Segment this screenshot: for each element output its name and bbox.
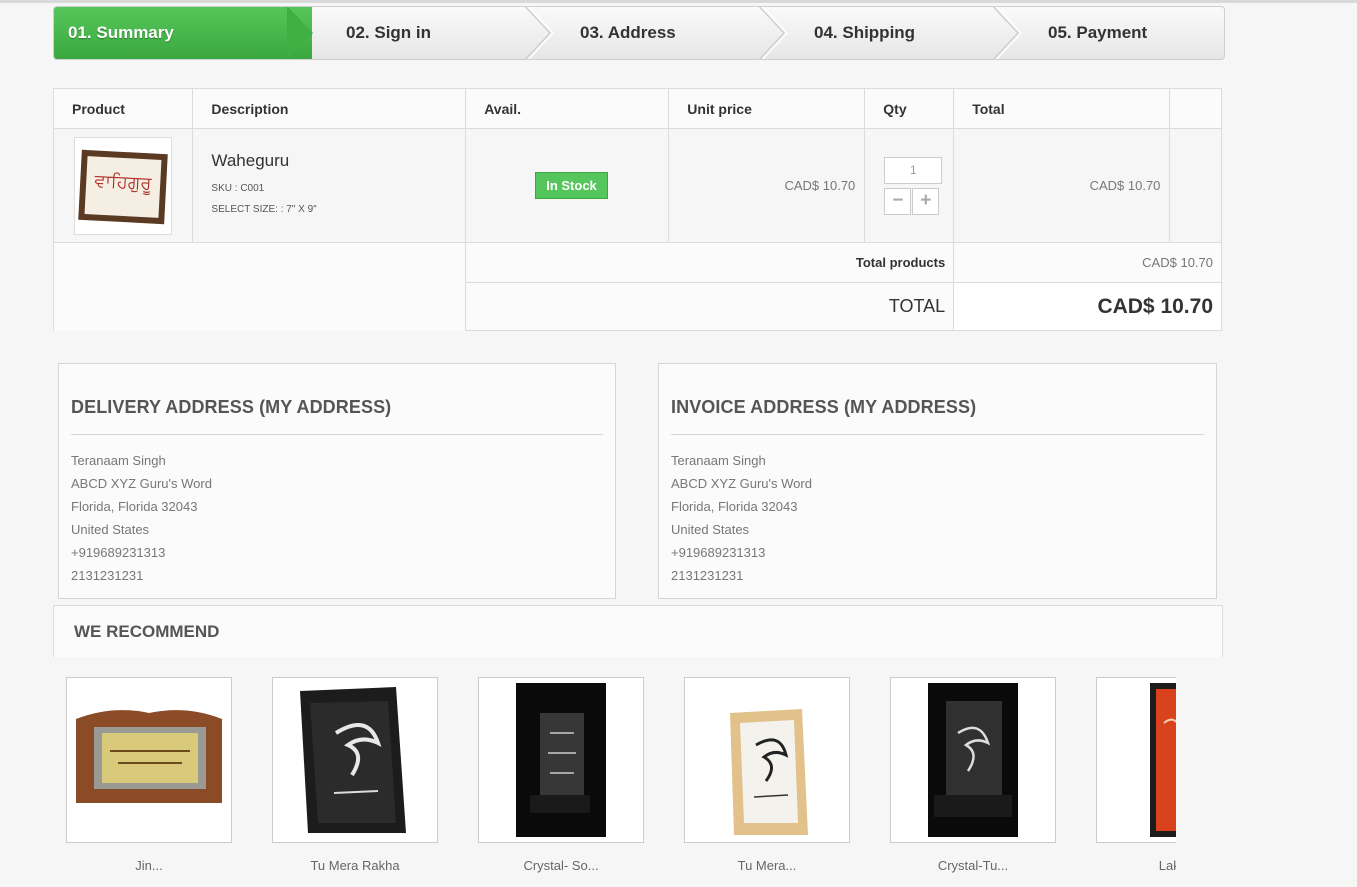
product-thumb-text: ਵਾਹਿਗੁਰੂ (94, 170, 152, 194)
address-line: United States (671, 522, 750, 537)
address-line: +919689231313 (671, 545, 766, 560)
quantity-input[interactable]: 1 (884, 156, 943, 184)
recommend-name[interactable]: Crystal-Tu... (890, 858, 1056, 873)
chevron-right-icon (520, 7, 554, 59)
recommend-image[interactable] (66, 677, 232, 843)
status-badge: In Stock (535, 172, 608, 199)
invoice-address-box: INVOICE ADDRESS (MY ADDRESS) Teranaam Si… (658, 363, 1217, 599)
col-avail: Avail. (465, 88, 670, 129)
recommend-name[interactable]: Crystal- So... (478, 858, 644, 873)
address-line: 2131231231 (671, 568, 744, 583)
product-cell: ਵਾਹਿਗੁਰੂ (52, 128, 194, 243)
recommend-image[interactable] (272, 677, 438, 843)
recommend-image[interactable] (890, 677, 1056, 843)
top-border (0, 0, 1357, 3)
product-sku: SKU : C001 (211, 183, 265, 194)
product-size: SELECT SIZE: : 7" X 9" (211, 204, 317, 215)
recommend-image[interactable] (684, 677, 850, 843)
recommend-image[interactable] (1096, 677, 1176, 843)
recommend-name[interactable]: Jin... (66, 858, 232, 873)
product-thumbnail[interactable]: ਵਾਹਿਗੁਰੂ (74, 136, 172, 235)
col-product: Product (52, 88, 194, 129)
step-sign-in[interactable]: 02. Sign in (312, 7, 546, 59)
quantity-decrease-button[interactable]: − (884, 187, 912, 215)
cart-table: Product Description Avail. Unit price Qt… (52, 88, 1222, 331)
delivery-address-title: DELIVERY ADDRESS (MY ADDRESS) (71, 397, 603, 435)
list-item[interactable]: Jin... (66, 677, 232, 873)
list-item[interactable]: Crystal- So... (478, 677, 644, 873)
step-payment[interactable]: 05. Payment (1014, 7, 1224, 59)
delivery-address-lines: Teranaam Singh ABCD XYZ Guru's Word Flor… (71, 449, 615, 587)
step-arrow-icon (287, 7, 313, 59)
address-line: ABCD XYZ Guru's Word (71, 476, 212, 491)
address-line: 2131231231 (71, 568, 144, 583)
col-description: Description (192, 88, 467, 129)
delivery-address-box: DELIVERY ADDRESS (MY ADDRESS) Teranaam S… (58, 363, 616, 599)
invoice-address-title: INVOICE ADDRESS (MY ADDRESS) (671, 397, 1204, 435)
total-label: TOTAL (465, 282, 955, 331)
recommend-name[interactable]: Tu Mera... (684, 858, 850, 873)
total-products-row: Total products CAD$ 10.70 (52, 242, 1222, 331)
list-item[interactable]: Tu Mera Rakha (272, 677, 438, 873)
recommend-name[interactable]: Tu Mera Rakha (272, 858, 438, 873)
address-line: Florida, Florida 32043 (71, 499, 198, 514)
invoice-address-lines: Teranaam Singh ABCD XYZ Guru's Word Flor… (671, 449, 1216, 587)
step-summary[interactable]: 01. Summary (54, 7, 312, 59)
chevron-right-icon (754, 7, 788, 59)
recommend-image[interactable] (478, 677, 644, 843)
cart-header-row: Product Description Avail. Unit price Qt… (52, 88, 1222, 129)
total-value: CAD$ 10.70 (953, 282, 1222, 331)
step-address[interactable]: 03. Address (546, 7, 780, 59)
col-qty: Qty (864, 88, 955, 129)
address-line: United States (71, 522, 150, 537)
address-line: Teranaam Singh (671, 453, 766, 468)
table-row: ਵਾਹਿਗੁਰੂ Waheguru SKU : C001 SELECT SIZE… (52, 128, 1222, 243)
description-cell: Waheguru SKU : C001 SELECT SIZE: : 7" X … (192, 128, 467, 243)
address-line: +919689231313 (71, 545, 166, 560)
delete-cell (1169, 128, 1222, 243)
address-line: ABCD XYZ Guru's Word (671, 476, 812, 491)
total-products-value: CAD$ 10.70 (953, 242, 1222, 283)
line-total: CAD$ 10.70 (953, 128, 1171, 243)
unit-price: CAD$ 10.70 (668, 128, 866, 243)
address-line: Florida, Florida 32043 (671, 499, 798, 514)
recommend-header: WE RECOMMEND (53, 605, 1223, 657)
quantity-increase-button[interactable]: + (912, 187, 940, 215)
product-name-link[interactable]: Waheguru (211, 151, 464, 171)
col-actions (1169, 88, 1222, 129)
col-total: Total (953, 88, 1171, 129)
recommend-name[interactable]: Lakh K (1096, 858, 1176, 873)
address-line: Teranaam Singh (71, 453, 166, 468)
recommend-title: WE RECOMMEND (74, 622, 220, 641)
col-unit-price: Unit price (668, 88, 866, 129)
total-products-label: Total products (465, 242, 955, 283)
list-item[interactable]: Lakh K (1096, 677, 1176, 873)
step-shipping[interactable]: 04. Shipping (780, 7, 1014, 59)
recommend-carousel: Jin... Tu Mera Rakha Crystal- So... Tu M… (66, 677, 1176, 887)
checkout-steps: 01. Summary 02. Sign in 03. Address 04. … (53, 6, 1225, 60)
qty-cell: 1 − + (864, 128, 955, 243)
avail-cell: In Stock (465, 128, 670, 243)
chevron-right-icon (988, 7, 1022, 59)
list-item[interactable]: Tu Mera... (684, 677, 850, 873)
list-item[interactable]: Crystal-Tu... (890, 677, 1056, 873)
